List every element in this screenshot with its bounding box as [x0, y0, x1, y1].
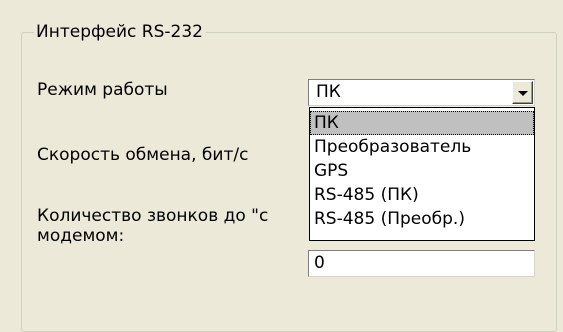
- dropdown-option-gps[interactable]: GPS: [310, 159, 534, 183]
- speed-label: Скорость обмена, бит/с: [37, 145, 249, 165]
- mode-label: Режим работы: [37, 80, 168, 100]
- dropdown-option-pk[interactable]: ПК: [310, 111, 534, 135]
- chevron-down-icon: [518, 91, 528, 96]
- rings-label: Количество звонков до "с: [37, 206, 269, 226]
- mode-combo-value: ПК: [316, 82, 341, 102]
- rings-input-value: 0: [314, 253, 325, 273]
- rings-input[interactable]: 0: [308, 250, 535, 277]
- mode-combo-button[interactable]: [512, 81, 533, 104]
- rings-label-continued: модемом:: [37, 226, 125, 246]
- dropdown-option-converter[interactable]: Преобразователь: [310, 135, 534, 159]
- group-title: Интерфейс RS-232: [34, 24, 206, 41]
- dropdown-option-rs485-converter[interactable]: RS-485 (Преобр.): [310, 207, 534, 231]
- mode-combo[interactable]: ПК: [308, 79, 535, 106]
- dropdown-option-rs485-pk[interactable]: RS-485 (ПК): [310, 183, 534, 207]
- mode-dropdown-list[interactable]: ПК Преобразователь GPS RS-485 (ПК) RS-48…: [309, 107, 535, 241]
